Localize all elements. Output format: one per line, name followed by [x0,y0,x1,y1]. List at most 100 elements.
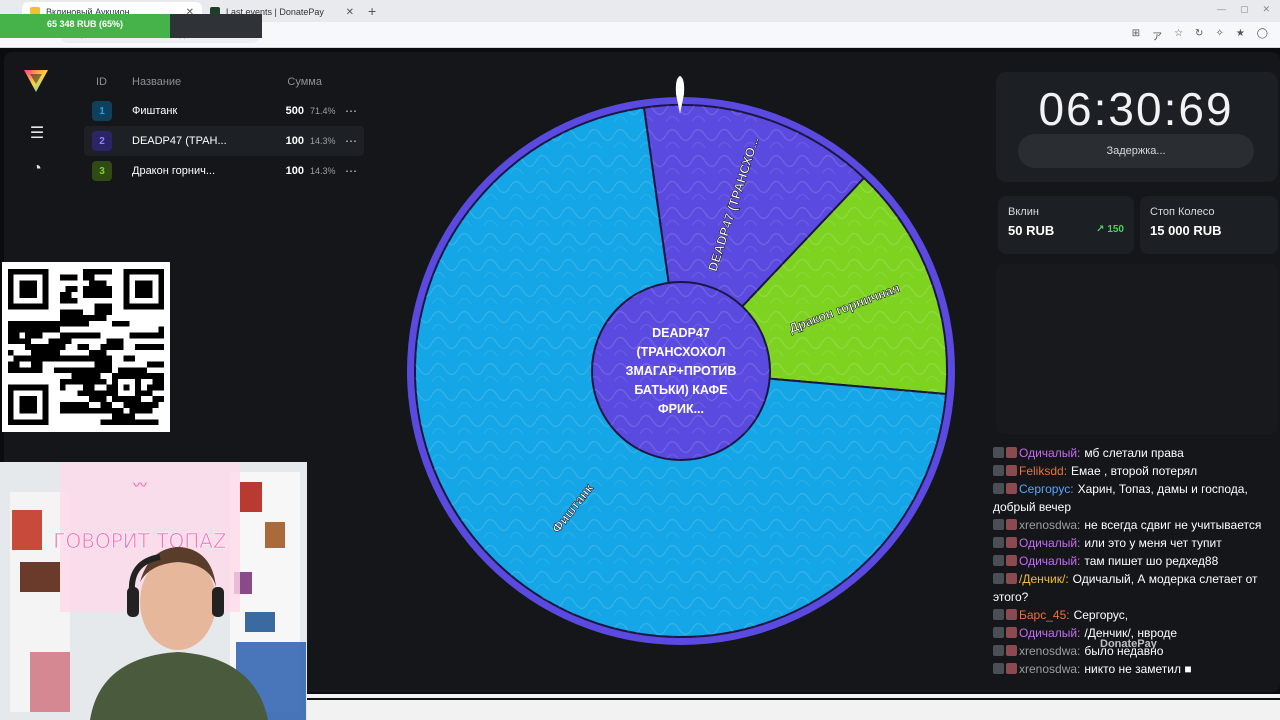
chat-separator: : [1063,464,1068,478]
extensions-icon[interactable]: ✧ [1215,28,1223,43]
chat-message: Одичалый: или это у меня чет тупит [992,534,1278,552]
row-menu-icon[interactable]: ⋯ [338,164,364,178]
bottom-strip [307,694,1280,720]
row-pct: 14.3% [310,166,336,176]
chat-nick[interactable]: Барс_45 [1019,608,1066,622]
header-id: ID [96,76,107,88]
chat-nick[interactable]: xrenosdwa [1019,644,1077,658]
chat-message: Feliksdd: Емае , второй потерял [992,462,1278,480]
chat-separator: : [1070,482,1074,496]
chat-nick[interactable]: Одичалый [1019,446,1077,460]
stop-value: 15 000 RUB [1150,223,1222,238]
header-name: Название [132,76,182,88]
chat-badge-icon [993,609,1004,620]
chat-text: Емае , второй потерял [1071,464,1198,478]
chat-message: Барс_45: Сергорус, [992,606,1278,624]
toolbar-icons: ⊞ ア ☆ ↻ ✧ ★ ◯ [1132,28,1268,43]
bookmark-star-icon[interactable]: ☆ [1174,28,1183,43]
row-menu-icon[interactable]: ⋯ [338,134,364,148]
entry-stat-card: Вклин 50 RUB ↗ 150 [998,196,1134,254]
entry-value: 50 RUB [1008,223,1055,238]
qr-code-icon [2,262,170,432]
donation-progress-text: 65 348 RUB (65%) [46,19,124,29]
stop-stat-card: Стоп Колесо 15 000 RUB [1140,196,1278,254]
chat-separator: : [1077,662,1081,676]
chat-nick[interactable]: /Денчик/ [1019,572,1065,586]
list-icon[interactable]: ☰ [27,124,47,144]
pointer-icon [675,76,685,114]
row-id: 2 [92,131,112,151]
close-window-icon[interactable]: ✕ [1262,4,1270,15]
wheel-center-label: DEADP47 (ТРАНСХОХОЛ ЗМАГАР+ПРОТИВ БАТЬКИ… [625,326,737,416]
chat-badge-icon [993,519,1004,530]
row-id: 1 [92,101,112,121]
chat-badge-icon [1006,537,1017,548]
row-id-cell: 2 [84,131,120,151]
timer-display: 06:30:69 [1038,83,1234,135]
minimize-icon[interactable]: — [1217,4,1226,15]
maximize-icon[interactable]: ▢ [1240,4,1249,15]
chat-badge-icon [993,537,1004,548]
new-tab-button[interactable]: + [368,3,376,19]
divider [307,698,1280,700]
wheel-center-label-box: DEADP47 (ТРАНСХОХОЛ ЗМАГАР+ПРОТИВ БАТЬКИ… [625,326,737,416]
chat-separator: : [1077,644,1081,658]
chat-nick[interactable]: Feliksdd [1019,464,1064,478]
chat-separator: : [1077,446,1081,460]
translate-icon[interactable]: ア [1152,28,1162,43]
chat-badge-icon [1006,447,1017,458]
profile-icon[interactable]: ◯ [1257,28,1268,43]
delay-button[interactable]: Задержка... [1018,134,1254,168]
chat-badge-icon [1006,483,1017,494]
chat-badge-icon [1006,663,1017,674]
tab-close-icon[interactable]: ✕ [346,7,354,18]
apps-icon[interactable]: ⊞ [1132,28,1140,43]
chat-nick[interactable]: Одичалый [1019,626,1077,640]
chat-badge-icon [993,447,1004,458]
chat-nick[interactable]: xrenosdwa [1019,662,1077,676]
chat-message: Сергорус: Харин, Топаз, дамы и господа, д… [992,480,1278,516]
chat-text: Сергорус, [1073,608,1129,622]
chat-nick[interactable]: Одичалый [1019,536,1077,550]
neon-sign-text: ГОВОРИТ ТОПАZ [53,529,226,553]
chat-badge-icon [993,465,1004,476]
chat-nick[interactable]: Одичалый [1019,554,1077,568]
table-row[interactable]: 3 Дракон горнич... 100 14.3% ⋯ [84,156,364,186]
row-sum: 100 [285,135,304,147]
chat-badge-icon [1006,609,1017,620]
empty-panel [996,264,1278,434]
chat-badge-icon [993,555,1004,566]
chat-text: никто не заметил ■ [1084,662,1192,676]
chat-message: Одичалый: мб слетали права [992,444,1278,462]
chat-badge-icon [1006,465,1017,476]
trend-up-icon: ↗ [1096,224,1108,235]
row-menu-icon[interactable]: ⋯ [338,104,364,118]
chat-text: мб слетали права [1084,446,1184,460]
donatepay-watermark: DonatePay [1100,638,1157,650]
refresh-icon[interactable]: ↻ [1195,28,1203,43]
chat-separator: : [1077,554,1081,568]
prize-wheel[interactable]: DEADP47 (ТРАНСХО...Дракон горничнаяФишта… [406,96,956,646]
row-name: Дракон горнич... [132,165,215,177]
chat-nick[interactable]: Сергорус [1019,482,1070,496]
chat-nick[interactable]: xrenosdwa [1019,518,1077,532]
table-row[interactable]: 2 DEADP47 (ТРАН... 100 14.3% ⋯ [84,126,364,156]
row-pct: 71.4% [310,106,336,116]
favorites-icon[interactable]: ★ [1236,28,1245,43]
row-id-cell: 1 [84,101,120,121]
chat-separator: : [1065,572,1069,586]
pie-chart-icon[interactable]: ◔ [27,159,47,179]
chat-text: там пишет шо редхед88 [1084,554,1219,568]
chat-separator: : [1066,608,1070,622]
table-row[interactable]: 1 Фиштанк 500 71.4% ⋯ [84,96,364,126]
webcam-feed: 〰 ГОВОРИТ ТОПАZ [0,462,307,720]
chat-text: не всегда сдвиг не учитывается [1084,518,1262,532]
lots-table: ID Название Сумма 1 Фиштанк 500 71.4% ⋯ … [84,68,364,268]
chat-message: Одичалый: там пишет шо редхед88 [992,552,1278,570]
row-id: 3 [92,161,112,181]
chat-message: xrenosdwa: никто не заметил ■ [992,660,1278,678]
logo-icon[interactable] [22,66,50,94]
row-sum: 500 [285,105,304,117]
chat-badge-icon [1006,573,1017,584]
row-name: Фиштанк [132,105,178,117]
